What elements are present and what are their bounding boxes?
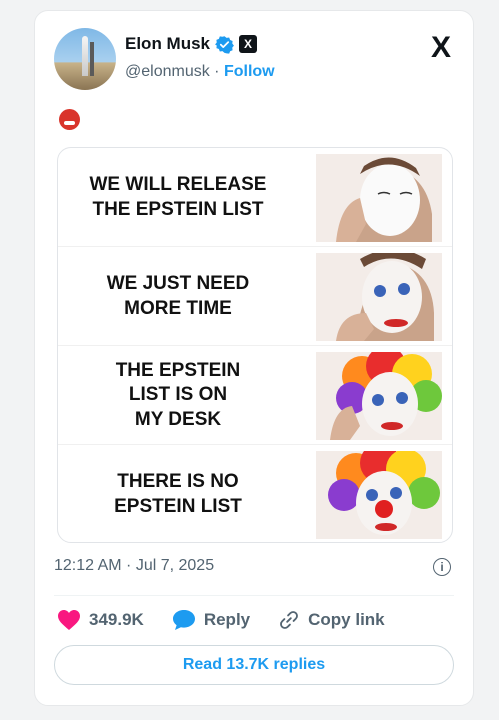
reply-button[interactable]: Reply [172, 609, 250, 631]
action-bar: 349.9K Reply Copy link [57, 609, 413, 631]
copy-link-button[interactable]: Copy link [278, 609, 385, 631]
meme-panel-text: WE WILL RELEASE THE EPSTEIN LIST [89, 174, 267, 220]
meme-panel-text: THERE IS NO EPSTEIN LIST [114, 471, 242, 517]
full-clown-icon [316, 451, 442, 539]
meme-panel-text: WE JUST NEED MORE TIME [106, 273, 250, 319]
author-handle-row: @elonmusk · Follow [125, 63, 275, 81]
reply-label: Reply [203, 610, 251, 629]
tweet-timestamp[interactable]: 12:12 AM · Jul 7, 2025 [54, 557, 214, 575]
x-logo-icon[interactable]: X [431, 31, 451, 65]
like-count: 349.9K [89, 610, 144, 629]
meme-panel: WE JUST NEED MORE TIME [58, 247, 452, 346]
author-handle[interactable]: @elonmusk [125, 63, 210, 80]
heart-icon [58, 610, 80, 630]
tweet-card: Elon Musk X @elonmusk · Follow X WE WILL… [34, 10, 474, 706]
handle-separator: · [214, 63, 220, 80]
copy-link-label: Copy link [308, 610, 385, 629]
verified-badge-icon [215, 35, 234, 54]
avatar-tower-shape [90, 42, 94, 76]
clown-makeup-partial-icon [316, 253, 442, 341]
clown-wig-icon [316, 352, 442, 440]
info-icon[interactable]: i [433, 558, 451, 576]
avatar-rocket-shape [82, 36, 88, 76]
reply-bubble-icon [172, 610, 195, 630]
read-replies-button[interactable]: Read 13.7K replies [54, 645, 454, 685]
meme-panel: THE EPSTEIN LIST IS ON MY DESK [58, 346, 452, 445]
divider [54, 595, 454, 596]
angry-face-emoji-icon [59, 109, 80, 130]
like-button[interactable]: 349.9K [57, 609, 144, 631]
author-name-row: Elon Musk X [125, 34, 258, 54]
avatar[interactable] [54, 28, 116, 90]
author-name[interactable]: Elon Musk [125, 34, 210, 54]
meme-panel-text: THE EPSTEIN LIST IS ON MY DESK [115, 360, 241, 430]
meme-panel: WE WILL RELEASE THE EPSTEIN LIST [58, 148, 452, 247]
meme-panel: THERE IS NO EPSTEIN LIST [58, 445, 452, 542]
x-affiliate-badge-icon: X [239, 35, 258, 53]
link-icon [280, 611, 299, 629]
white-face-paint-icon [316, 154, 442, 242]
meme-image[interactable]: WE WILL RELEASE THE EPSTEIN LIST WE JUST… [57, 147, 453, 543]
follow-button[interactable]: Follow [224, 63, 275, 80]
